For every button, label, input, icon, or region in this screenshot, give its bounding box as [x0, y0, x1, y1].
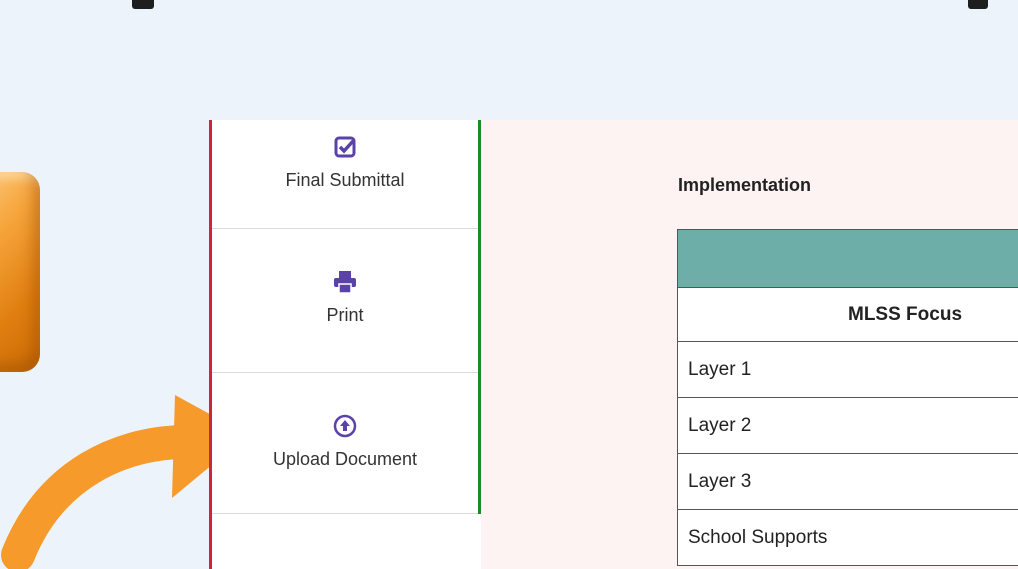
- table-row: Layer 2: [677, 397, 1018, 454]
- sidebar-item-final-submittal[interactable]: Final Submittal: [212, 120, 478, 229]
- main-content: Implementation MLSS Focus Layer 1 Layer …: [481, 120, 1018, 569]
- printer-icon: [333, 269, 357, 295]
- checkbox-check-icon: [334, 134, 356, 160]
- sidebar-item-print[interactable]: Print: [212, 229, 478, 373]
- table-header-band: [677, 229, 1018, 288]
- sidebar-item-upload-document[interactable]: Upload Document: [212, 373, 478, 514]
- table-column-header: MLSS Focus: [677, 287, 1018, 342]
- table-row: Layer 1: [677, 341, 1018, 398]
- sidebar-item-label: Final Submittal: [285, 170, 405, 190]
- sidebar-item-label: Print: [326, 305, 364, 325]
- table-row: Layer 3: [677, 453, 1018, 510]
- decorative-mark: [968, 0, 988, 9]
- implementation-table: MLSS Focus Layer 1 Layer 2 Layer 3 Schoo…: [677, 229, 1018, 566]
- sidebar-item-label: Upload Document: [272, 449, 418, 469]
- table-row: School Supports: [677, 509, 1018, 566]
- upload-circle-icon: [333, 413, 357, 439]
- orange-3d-badge: [0, 172, 40, 372]
- section-title: Implementation: [678, 175, 812, 195]
- decorative-mark: [132, 0, 154, 9]
- app-panel: Final Submittal Print Upload Document Im…: [209, 120, 1018, 569]
